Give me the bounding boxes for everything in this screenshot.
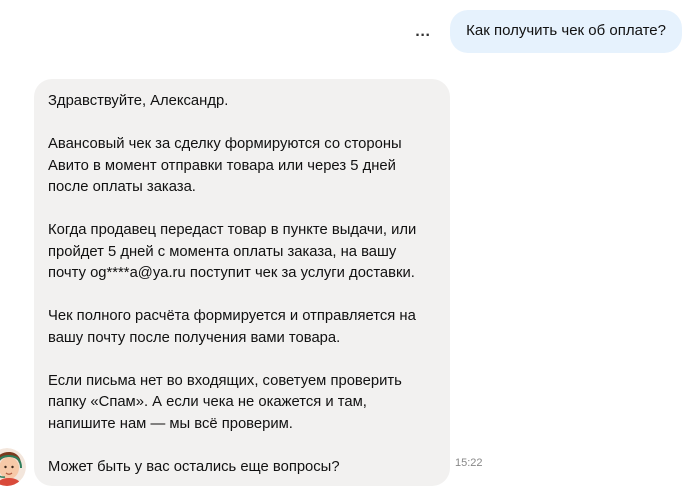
outgoing-message-row: … Как получить чек об оплате? (412, 10, 682, 53)
support-agent-avatar (0, 448, 26, 486)
message-paragraph: Если письма нет во входящих, советуем пр… (48, 372, 402, 432)
avatar-icon (0, 448, 26, 486)
message-paragraph: Чек полного расчёта формируется и отправ… (48, 308, 416, 346)
message-paragraph: Авансовый чек за сделку формируются со с… (48, 136, 402, 195)
message-paragraph: Здравствуйте, Александр. (48, 93, 229, 109)
incoming-message-bubble: Здравствуйте, Александр. Авансовый чек з… (34, 79, 450, 486)
message-paragraph: Когда продавец передаст товар в пункте в… (48, 222, 417, 281)
more-options-icon[interactable]: … (412, 21, 434, 43)
chat-area: … Как получить чек об оплате? Здравствуй… (0, 0, 700, 495)
outgoing-message-bubble: Как получить чек об оплате? (450, 10, 682, 53)
message-timestamp: 15:22 (455, 457, 483, 469)
message-paragraph: Может быть у вас остались еще вопросы? (48, 458, 340, 475)
